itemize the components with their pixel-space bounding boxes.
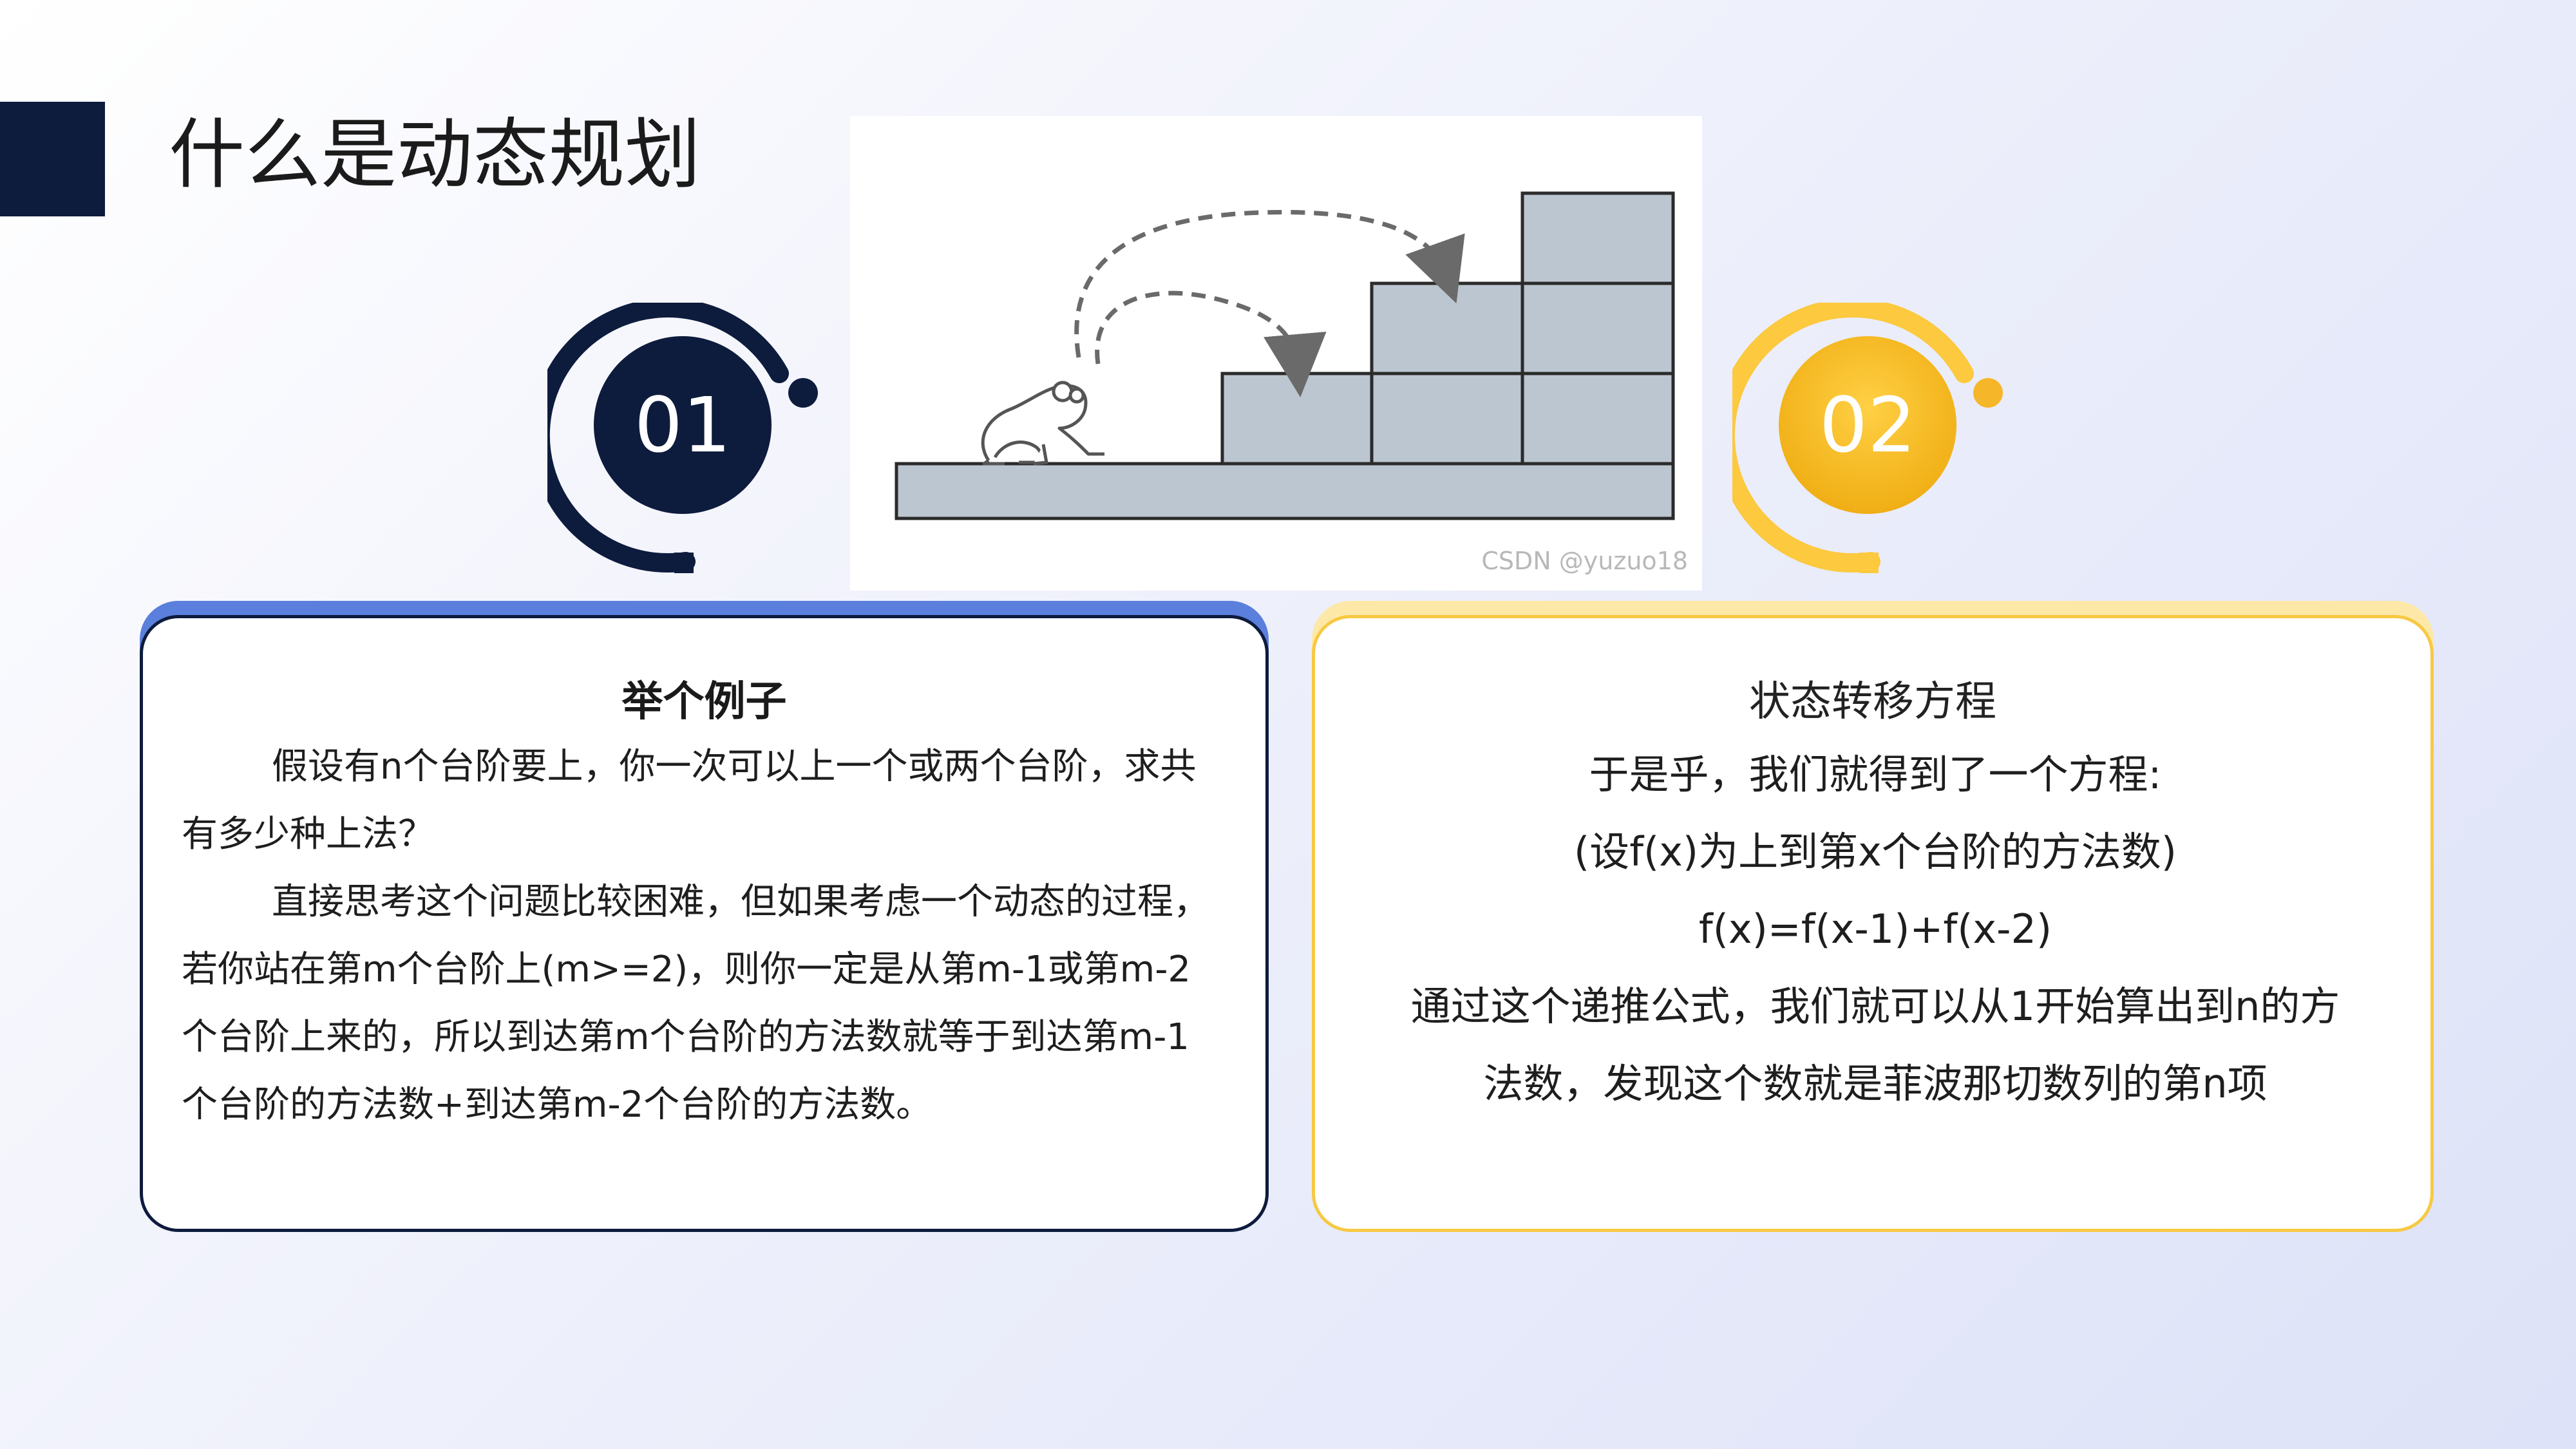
example-card: 举个例子 假设有n个台阶要上，你一次可以上一个或两个台阶，求共有多少种上法？ 直… bbox=[140, 615, 1269, 1232]
transition-line: 通过这个递推公式，我们就可以从1开始算出到n的方 bbox=[1410, 983, 2340, 1030]
stair-block bbox=[1520, 372, 1675, 466]
jump-arrow-one-step bbox=[1095, 290, 1327, 397]
example-paragraph: 直接思考这个问题比较困难，但如果考虑一个动态的过程，若你站在第m个台阶上(m>=… bbox=[182, 881, 1209, 1126]
transition-card-body: 于是乎，我们就得到了一个方程: (设f(x)为上到第x个台阶的方法数) f(x)… bbox=[1354, 736, 2397, 1122]
stair-block bbox=[1220, 372, 1374, 466]
transition-formula: f(x)=f(x-1)+f(x-2) bbox=[1698, 905, 2052, 952]
transition-equation-card: 状态转移方程 于是乎，我们就得到了一个方程: (设f(x)为上到第x个台阶的方法… bbox=[1312, 615, 2434, 1232]
stair-block bbox=[1370, 281, 1524, 375]
stairs-diagram bbox=[895, 191, 1675, 520]
transition-line: (设f(x)为上到第x个台阶的方法数) bbox=[1574, 828, 2177, 875]
step-badge-01: 01 bbox=[547, 303, 818, 573]
stair-block bbox=[1370, 372, 1524, 466]
watermark-text: CSDN @yuzuo18 bbox=[1481, 547, 1688, 575]
transition-card-heading: 状态转移方程 bbox=[1749, 678, 1996, 726]
transition-line: 于是乎，我们就得到了一个方程: bbox=[1589, 751, 2162, 798]
example-card-body: 假设有n个台阶要上，你一次可以上一个或两个台阶，求共有多少种上法？ 直接思考这个… bbox=[182, 733, 1225, 1139]
frog-icon bbox=[981, 381, 1104, 466]
stair-base bbox=[895, 462, 1675, 520]
stair-block bbox=[1520, 191, 1675, 285]
example-card-heading: 举个例子 bbox=[621, 678, 787, 726]
badge-number: 02 bbox=[1819, 381, 1917, 469]
page-title: 什么是动态规划 bbox=[169, 110, 701, 199]
step-badge-02: 02 bbox=[1732, 303, 2003, 573]
title-accent-bar bbox=[0, 102, 105, 216]
transition-line: 法数，发现这个数就是菲波那切数列的第n项 bbox=[1483, 1060, 2268, 1107]
example-paragraph: 假设有n个台阶要上，你一次可以上一个或两个台阶，求共有多少种上法？ bbox=[182, 746, 1197, 855]
stair-block bbox=[1520, 281, 1675, 375]
badge-number: 01 bbox=[634, 381, 732, 469]
stairs-illustration: CSDN @yuzuo18 bbox=[850, 116, 1702, 591]
